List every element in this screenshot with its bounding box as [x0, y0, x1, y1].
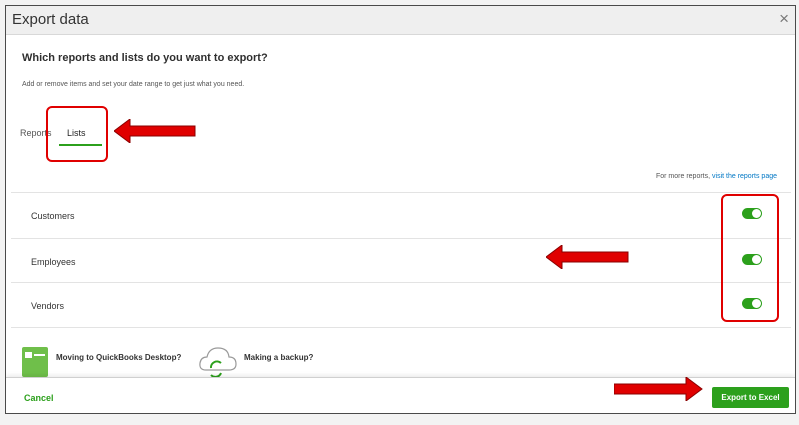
reports-hint: For more reports, visit the reports page	[656, 173, 777, 180]
cancel-button[interactable]: Cancel	[24, 393, 54, 403]
list-label-employees: Employees	[31, 257, 76, 267]
export-to-excel-button[interactable]: Export to Excel	[712, 387, 789, 408]
export-data-dialog: Export data × Which reports and lists do…	[5, 5, 796, 414]
page-subtext: Add or remove items and set your date ra…	[22, 81, 245, 88]
list-label-vendors: Vendors	[31, 301, 65, 311]
list-label-customers: Customers	[31, 211, 75, 221]
toggles-callout	[721, 194, 779, 322]
list-row-vendors: Vendors	[11, 282, 791, 323]
arrow-right-icon	[614, 377, 703, 401]
list-row-customers: Customers	[11, 192, 791, 233]
desktop-doc-icon	[22, 347, 48, 377]
list-row-employees: Employees	[11, 238, 791, 279]
close-icon[interactable]: ×	[779, 9, 789, 29]
list-divider	[11, 327, 791, 328]
dialog-titlebar: Export data ×	[6, 6, 795, 35]
reports-hint-text: For more reports,	[655, 173, 711, 180]
arrow-left-icon	[114, 119, 196, 143]
promo-title-backup: Making a backup?	[244, 353, 314, 362]
lists-tab-callout	[46, 106, 108, 162]
cloud-sync-icon	[199, 347, 237, 378]
dialog-title: Export data	[12, 11, 89, 28]
visit-reports-page-link[interactable]: visit the reports page	[712, 173, 777, 180]
arrow-left-icon	[546, 245, 629, 269]
page-heading: Which reports and lists do you want to e…	[22, 52, 268, 64]
promo-title-desktop: Moving to QuickBooks Desktop?	[56, 353, 182, 362]
